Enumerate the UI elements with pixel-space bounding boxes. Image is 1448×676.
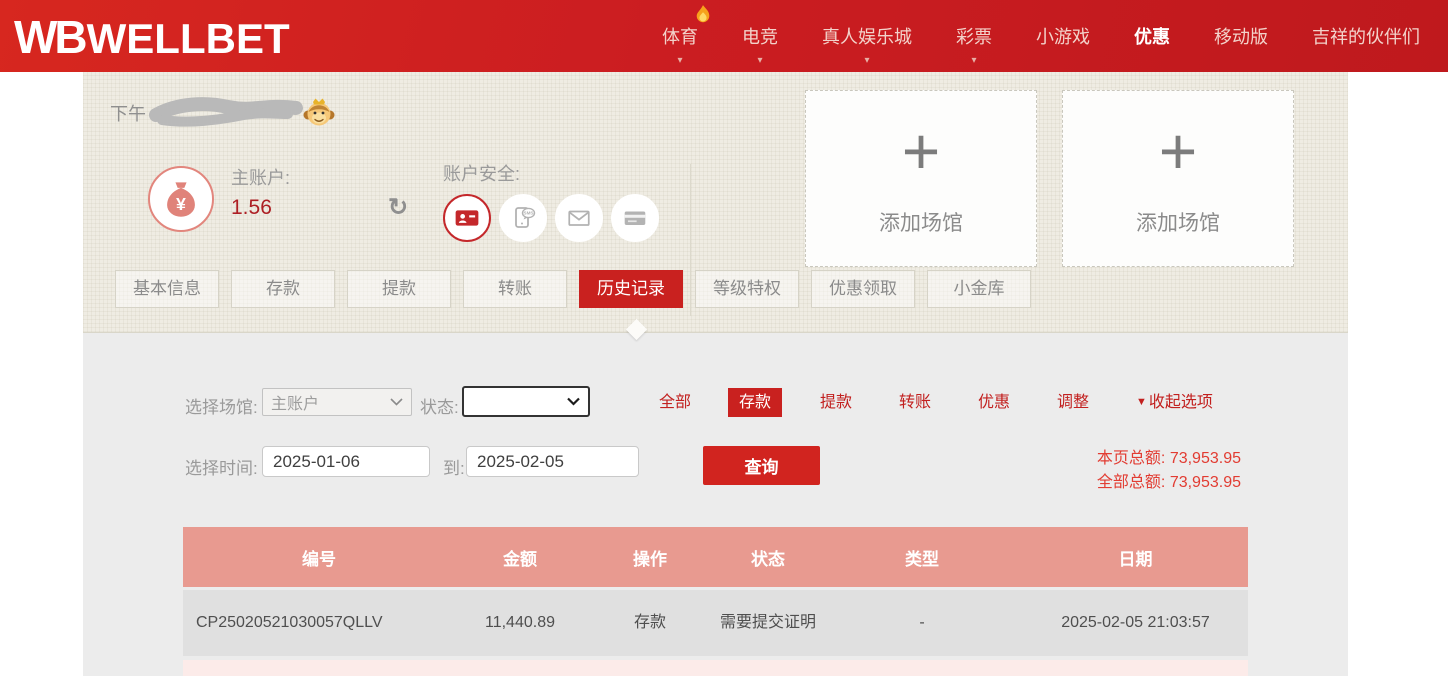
col-header-status: 状态: [715, 545, 821, 570]
col-header-date: 日期: [1023, 545, 1248, 570]
page-total: 本页总额: 73,953.95: [1097, 447, 1241, 471]
nav-item-minigames[interactable]: 小游戏: [1036, 0, 1090, 72]
col-header-operation: 操作: [585, 545, 715, 570]
cell-id: CP25020521030057QLLV: [183, 612, 455, 634]
totals-summary: 本页总额: 73,953.95 全部总额: 73,953.95: [1097, 447, 1241, 495]
venue-select[interactable]: 主账户: [262, 388, 412, 416]
status-filter-label: 状态:: [420, 393, 459, 418]
tab-basic-info[interactable]: 基本信息: [115, 270, 219, 308]
chevron-down-icon: ▾: [864, 56, 869, 66]
date-from-input[interactable]: [262, 446, 430, 477]
col-header-type: 类型: [821, 545, 1023, 570]
redacted-username-scribble: [148, 95, 308, 131]
chevron-down-icon: ▾: [757, 56, 762, 66]
add-venue-panel-2[interactable]: + 添加场馆: [1062, 90, 1294, 267]
money-bag-icon: ¥: [148, 166, 214, 232]
chevron-down-icon: ▾: [677, 56, 682, 66]
to-label: 到:: [443, 454, 465, 479]
wellbet-logo[interactable]: WB WELLBET: [14, 10, 290, 64]
filter-adjust[interactable]: 调整: [1057, 388, 1089, 417]
tab-withdraw[interactable]: 提款: [347, 270, 451, 308]
security-icons: SMS: [443, 194, 659, 242]
all-total: 全部总额: 73,953.95: [1097, 471, 1241, 495]
collapse-options-link[interactable]: ▼ 收起选项: [1136, 388, 1213, 417]
search-button[interactable]: 查询: [703, 446, 820, 485]
filter-deposit[interactable]: 存款: [728, 388, 782, 417]
main-nav: 体育 ▾ 电竞 ▾ 真人娱乐城 ▾ 彩票 ▾ 小游戏: [662, 0, 1420, 72]
col-header-amount: 金额: [455, 545, 585, 570]
logo-monogram: WB: [14, 10, 85, 64]
logo-wordmark: WELLBET: [87, 15, 290, 63]
hot-flame-icon: [694, 4, 712, 26]
nav-item-promotions[interactable]: 优惠: [1134, 0, 1170, 72]
filter-all[interactable]: 全部: [659, 388, 691, 417]
id-verification-icon[interactable]: [443, 194, 491, 242]
status-select[interactable]: [462, 386, 590, 417]
nav-item-sports[interactable]: 体育 ▾: [662, 0, 698, 72]
greeting-text: 下午: [110, 100, 146, 126]
tab-vip-privilege[interactable]: 等级特权: [695, 270, 799, 308]
main-account-label: 主账户:: [231, 164, 290, 190]
filter-withdraw[interactable]: 提款: [820, 388, 852, 417]
history-table: 编号 金额 操作 状态 类型 日期 CP25020521030057QLLV 1…: [183, 527, 1248, 676]
cell-amount: 11,440.89: [455, 612, 585, 634]
nav-item-partners[interactable]: 吉祥的伙伴们: [1312, 0, 1420, 72]
tab-transfer[interactable]: 转账: [463, 270, 567, 308]
table-row-partial: [183, 660, 1248, 676]
nav-item-mobile[interactable]: 移动版: [1214, 0, 1268, 72]
page-root: WB WELLBET 体育 ▾ 电竞 ▾ 真人娱乐城 ▾ 彩票: [0, 0, 1448, 676]
plus-icon: +: [902, 121, 941, 181]
plus-icon: +: [1159, 121, 1198, 181]
time-filter-label: 选择时间:: [185, 454, 258, 479]
nav-item-lottery[interactable]: 彩票 ▾: [956, 0, 992, 72]
account-security-label: 账户安全:: [443, 160, 520, 186]
account-balance: 1.56: [231, 196, 272, 220]
cell-status: 需要提交证明: [715, 612, 821, 634]
date-to-input[interactable]: [466, 446, 639, 477]
add-venue-panel-1[interactable]: + 添加场馆: [805, 90, 1037, 267]
triangle-down-icon: ▼: [1136, 388, 1147, 417]
filter-transfer[interactable]: 转账: [899, 388, 931, 417]
section-divider: [690, 164, 691, 316]
svg-text:SMS: SMS: [524, 211, 534, 216]
email-icon[interactable]: [555, 194, 603, 242]
chevron-down-icon: ▾: [971, 56, 976, 66]
col-header-id: 编号: [183, 545, 455, 570]
tab-vault[interactable]: 小金库: [927, 270, 1031, 308]
filter-promo[interactable]: 优惠: [978, 388, 1010, 417]
tab-promo-claim[interactable]: 优惠领取: [811, 270, 915, 308]
tab-deposit[interactable]: 存款: [231, 270, 335, 308]
nav-item-live-casino[interactable]: 真人娱乐城 ▾: [822, 0, 912, 72]
svg-text:¥: ¥: [176, 194, 186, 214]
greeting: 下午: [110, 94, 336, 132]
cell-type: -: [821, 612, 1023, 634]
table-row: CP25020521030057QLLV 11,440.89 存款 需要提交证明…: [183, 590, 1248, 656]
venue-filter-label: 选择场馆:: [185, 393, 258, 418]
sms-phone-icon[interactable]: SMS: [499, 194, 547, 242]
top-navbar: WB WELLBET 体育 ▾ 电竞 ▾ 真人娱乐城 ▾ 彩票: [0, 0, 1448, 72]
history-content: 选择场馆: 主账户 状态: 全部 存款 提款 转账 优惠 调整 ▼ 收起选项 选…: [83, 333, 1348, 676]
bank-card-icon[interactable]: [611, 194, 659, 242]
account-panel: 下午 ¥ 主账户:: [83, 72, 1348, 333]
chevron-down-icon: [567, 397, 580, 406]
monkey-emoji-icon: [302, 96, 336, 130]
cell-operation: 存款: [585, 612, 715, 634]
chevron-down-icon: [390, 398, 403, 406]
nav-item-esports[interactable]: 电竞 ▾: [742, 0, 778, 72]
cell-date: 2025-02-05 21:03:57: [1023, 612, 1248, 634]
tab-history[interactable]: 历史记录: [579, 270, 683, 308]
refresh-balance-icon[interactable]: ↻: [383, 194, 413, 224]
table-header-row: 编号 金额 操作 状态 类型 日期: [183, 527, 1248, 587]
